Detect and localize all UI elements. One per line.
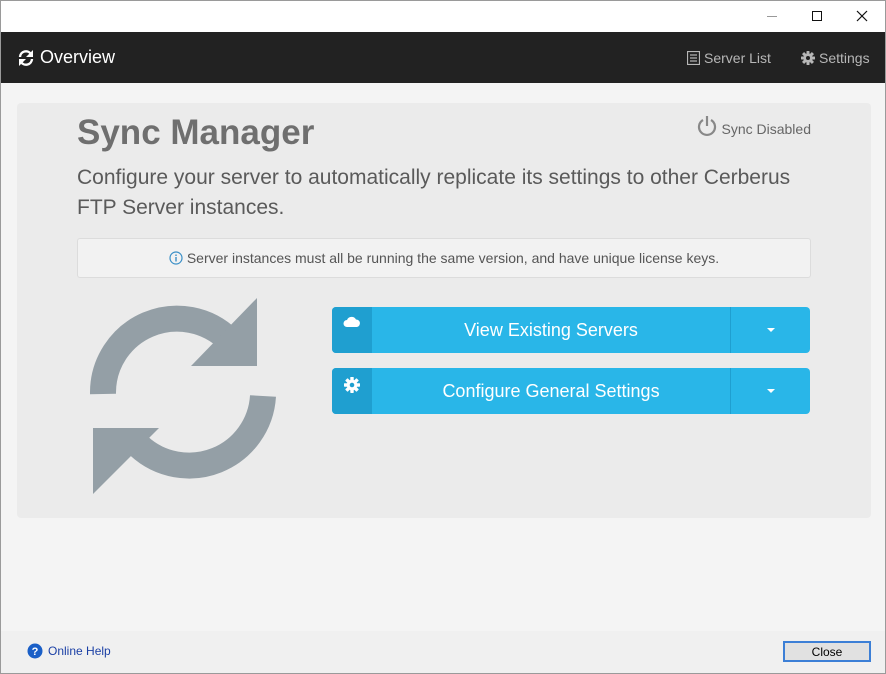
list-icon (687, 50, 700, 65)
nav-server-list-label: Server List (704, 49, 771, 66)
maximize-button[interactable] (794, 1, 840, 31)
nav-settings-label: Settings (819, 49, 870, 66)
close-icon (856, 10, 868, 22)
app-window: Overview Server List Settings Sync Manag… (0, 0, 886, 674)
sync-status-toggle[interactable]: Sync Disabled (697, 115, 812, 137)
gear-icon (332, 368, 372, 414)
caret-down-icon (766, 328, 775, 332)
cloud-icon (332, 307, 372, 353)
info-alert: Server instances must all be running the… (77, 238, 811, 278)
minimize-icon (767, 16, 777, 17)
configure-general-settings-dropdown[interactable] (730, 368, 810, 414)
svg-text:?: ? (32, 646, 39, 658)
close-window-button[interactable] (839, 1, 885, 31)
view-existing-servers-dropdown[interactable] (730, 307, 810, 353)
page-title: Sync Manager (77, 113, 315, 152)
nav-server-list[interactable]: Server List (687, 32, 771, 83)
configure-general-settings-button[interactable]: Configure General Settings (332, 368, 810, 414)
sync-manager-panel: Sync Manager Sync Disabled Configure you… (17, 103, 871, 518)
view-existing-servers-button[interactable]: View Existing Servers (332, 307, 810, 353)
maximize-icon (812, 11, 822, 21)
power-icon (697, 115, 717, 137)
info-circle-icon (169, 251, 183, 265)
nav-overview[interactable]: Overview (17, 32, 115, 83)
question-circle-icon: ? (27, 643, 43, 659)
view-existing-servers-label: View Existing Servers (464, 319, 638, 340)
caret-down-icon (766, 389, 775, 393)
title-bar (1, 1, 885, 32)
sync-icon (79, 296, 289, 501)
minimize-button[interactable] (749, 1, 795, 31)
page-description: Configure your server to automatically r… (77, 166, 791, 219)
footer-bar: ? Online Help Close (1, 631, 885, 673)
refresh-icon (17, 49, 35, 67)
online-help-link[interactable]: ? Online Help (27, 643, 111, 659)
nav-settings[interactable]: Settings (801, 32, 870, 83)
info-alert-text: Server instances must all be running the… (186, 250, 720, 266)
nav-overview-label: Overview (40, 47, 116, 67)
top-navbar: Overview Server List Settings (1, 32, 885, 83)
sync-status-label: Sync Disabled (721, 121, 812, 137)
online-help-label: Online Help (48, 644, 111, 658)
gear-icon (801, 50, 815, 65)
close-button[interactable]: Close (783, 641, 871, 662)
configure-general-settings-label: Configure General Settings (442, 380, 660, 401)
